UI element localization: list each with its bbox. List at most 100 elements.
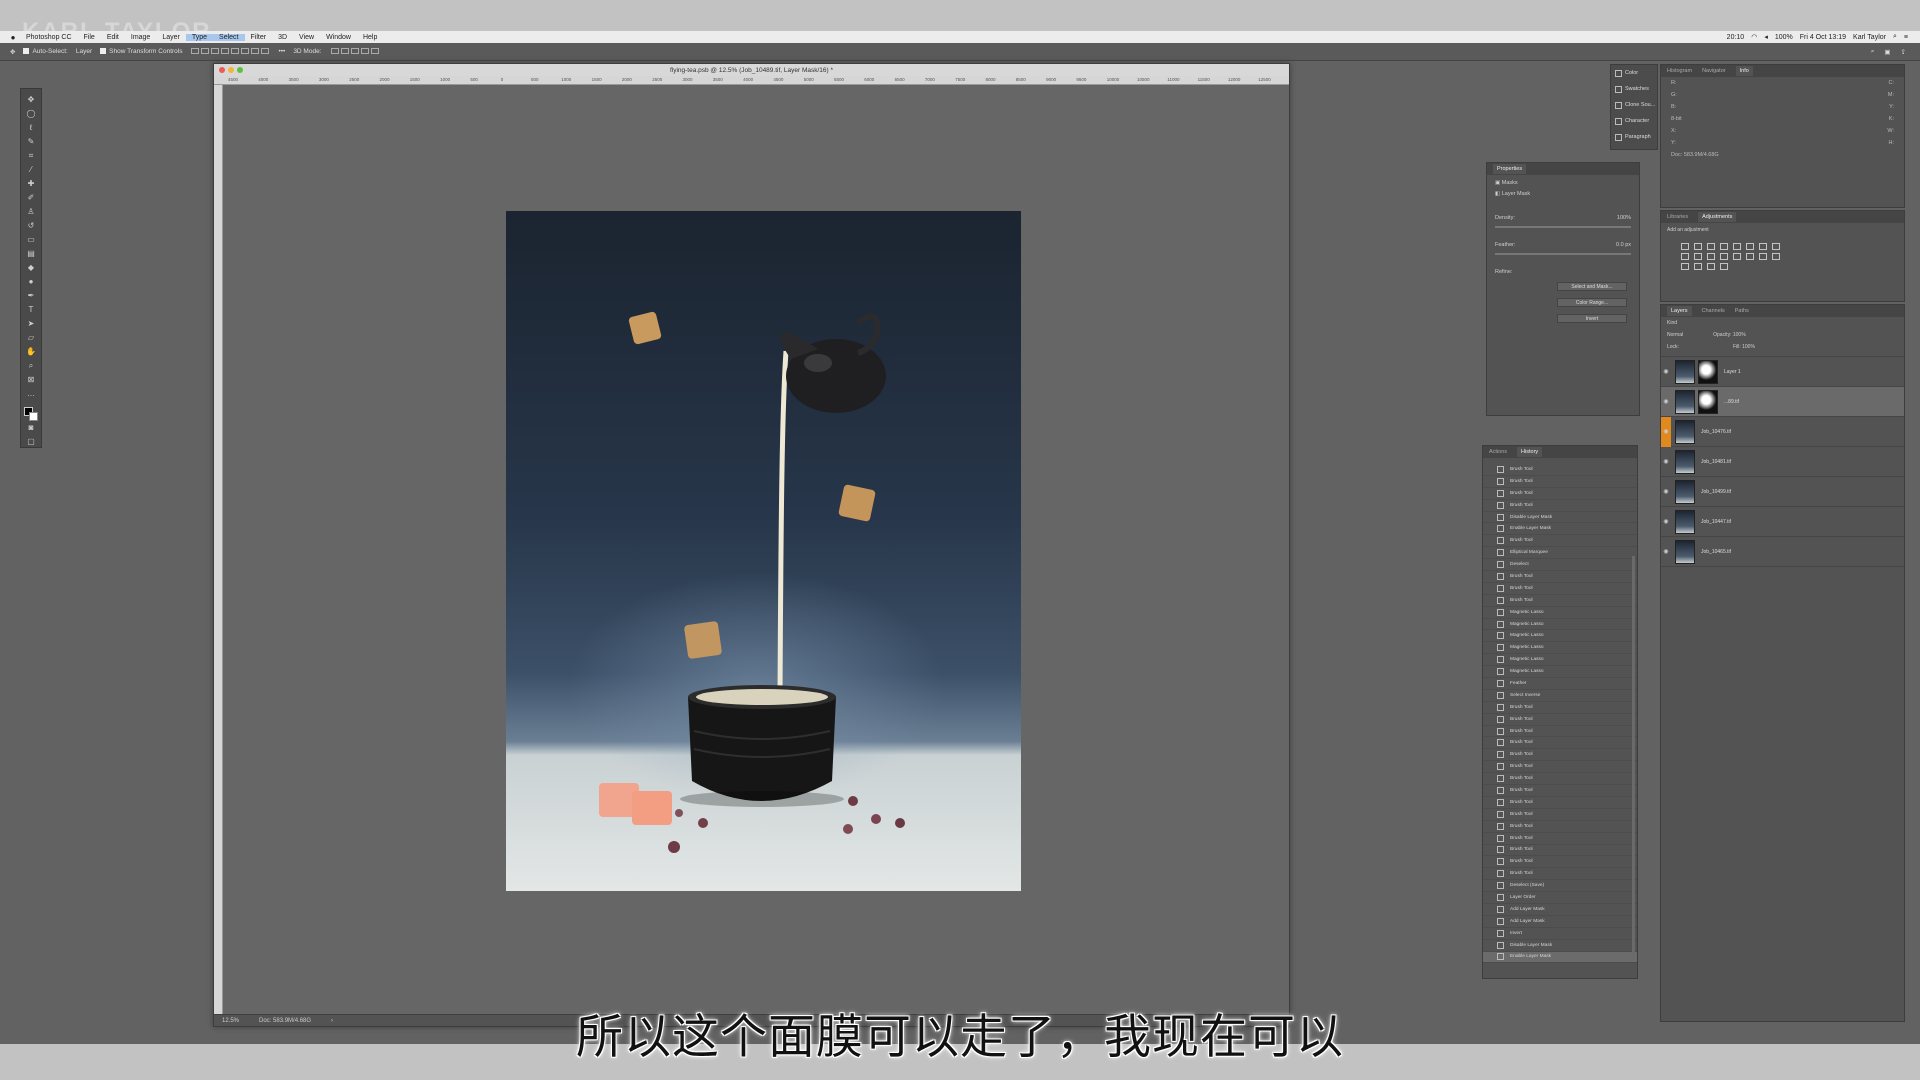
mask-icon[interactable]: ▣ <box>1495 180 1500 186</box>
history-item[interactable]: Brush Tool <box>1483 595 1637 607</box>
menu-list-icon[interactable]: ≡ <box>1904 34 1908 41</box>
menu-image[interactable]: Image <box>125 34 156 41</box>
history-item[interactable]: Brush Tool <box>1483 476 1637 488</box>
eye-icon[interactable]: ◉ <box>1661 518 1671 525</box>
tab-paths[interactable]: Paths <box>1735 308 1749 314</box>
search-icon[interactable]: ⌕ <box>1871 48 1875 56</box>
tab-histogram[interactable]: Histogram <box>1667 68 1692 74</box>
tab-libraries[interactable]: Libraries <box>1667 214 1688 220</box>
eye-icon[interactable]: ◉ <box>1661 368 1671 375</box>
eye-icon[interactable]: ◉ <box>1661 548 1671 555</box>
tab-actions[interactable]: Actions <box>1489 449 1507 455</box>
density-slider[interactable] <box>1495 226 1631 228</box>
layer-name[interactable]: Job_10447.tif <box>1701 519 1731 525</box>
adjustment-icon[interactable] <box>1694 253 1702 260</box>
shape-tool-icon[interactable]: ▱ <box>25 333 37 343</box>
eyedropper-tool-icon[interactable]: ⁄ <box>25 165 37 175</box>
photo-canvas[interactable] <box>506 211 1021 891</box>
adjustment-icon[interactable] <box>1720 243 1728 250</box>
adjustment-icon[interactable] <box>1707 253 1715 260</box>
history-item[interactable]: Brush Tool <box>1483 535 1637 548</box>
history-item[interactable]: Brush Tool <box>1483 488 1637 500</box>
history-item[interactable]: Brush Tool <box>1483 868 1637 881</box>
layer-name[interactable]: Job_10481.tif <box>1701 459 1731 465</box>
move-tool-icon[interactable]: ✥ <box>10 48 15 56</box>
dock-paragraph[interactable]: Paragraph <box>1611 129 1657 145</box>
layer-row[interactable]: ◉ Job_10481.tif <box>1661 447 1904 477</box>
invert-button[interactable]: Invert <box>1557 314 1627 323</box>
quick-select-tool-icon[interactable]: ✎ <box>25 137 37 147</box>
layer-thumbnail[interactable] <box>1675 449 1695 474</box>
adjustment-icon[interactable] <box>1707 263 1715 270</box>
horizontal-ruler[interactable]: 4500 4000 3500 3000 2500 2000 1500 1000 500 0 500 1… <box>214 76 1289 85</box>
layer-thumbnail[interactable] <box>1675 359 1695 384</box>
layer-thumbnail[interactable] <box>1675 389 1695 414</box>
adjustment-icon[interactable] <box>1707 243 1715 250</box>
layer-name[interactable]: Job_10465.tif <box>1701 549 1731 555</box>
clone-stamp-tool-icon[interactable]: ♙ <box>25 207 37 217</box>
history-item[interactable]: Magnetic Lasso <box>1483 654 1637 667</box>
volume-icon[interactable]: ◂ <box>1764 33 1768 41</box>
menu-file[interactable]: File <box>78 34 101 41</box>
history-brush-tool-icon[interactable]: ↺ <box>25 221 37 231</box>
tab-history[interactable]: History <box>1517 447 1543 457</box>
adjustment-icon[interactable] <box>1681 253 1689 260</box>
menu-layer[interactable]: Layer <box>156 34 186 41</box>
opacity-value[interactable]: 100% <box>1733 332 1746 338</box>
zoom-tool-icon[interactable]: ⌕ <box>25 361 37 371</box>
tab-adjustments[interactable]: Adjustments <box>1698 212 1737 222</box>
history-item[interactable]: Brush Tool <box>1483 785 1637 797</box>
type-tool-icon[interactable]: T <box>25 305 37 315</box>
layer-select-dropdown[interactable]: Layer <box>76 48 92 55</box>
dodge-tool-icon[interactable]: ● <box>25 277 37 287</box>
history-item[interactable]: Invert <box>1483 928 1637 940</box>
layer-row[interactable]: ◉ Job_10465.tif <box>1661 537 1904 567</box>
more-options-icon[interactable]: ••• <box>278 48 285 55</box>
layer-row[interactable]: ◉ Job_10476.tif <box>1661 416 1904 447</box>
history-item[interactable]: Disable Layer Mask <box>1483 512 1637 524</box>
adjustment-icon[interactable] <box>1759 243 1767 250</box>
history-item[interactable]: Brush Tool <box>1483 773 1637 786</box>
adjustment-icon[interactable] <box>1772 243 1780 250</box>
auto-select-checkbox[interactable]: Auto-Select: <box>23 48 68 55</box>
history-item[interactable]: Enable Layer Mask <box>1483 951 1637 964</box>
history-item[interactable]: Brush Tool <box>1483 500 1637 512</box>
history-item[interactable]: Magnetic Lasso <box>1483 630 1637 643</box>
wifi-icon[interactable]: ◠ <box>1751 33 1757 41</box>
history-item[interactable]: Magnetic Lasso <box>1483 607 1637 619</box>
color-range-button[interactable]: Color Range... <box>1557 298 1627 307</box>
history-item[interactable]: Brush Tool <box>1483 464 1637 476</box>
layer-mask-icon[interactable]: ◧ <box>1495 191 1500 197</box>
blur-tool-icon[interactable]: ◆ <box>25 263 37 273</box>
blend-mode-dropdown[interactable]: Normal <box>1667 332 1683 338</box>
history-item[interactable]: Brush Tool <box>1483 821 1637 833</box>
menu-help[interactable]: Help <box>357 34 383 41</box>
layer-mask-thumbnail[interactable] <box>1698 389 1718 414</box>
tab-properties[interactable]: Properties <box>1493 164 1527 174</box>
layer-thumbnail[interactable] <box>1675 479 1695 504</box>
kind-filter[interactable]: Kind <box>1667 320 1677 326</box>
eye-icon[interactable]: ◉ <box>1661 488 1671 495</box>
menu-select[interactable]: Select <box>213 33 245 41</box>
history-item[interactable]: Brush Tool <box>1483 749 1637 762</box>
canvas-area[interactable] <box>223 85 1289 1014</box>
history-item[interactable]: Brush Tool <box>1483 809 1637 821</box>
adjustment-icon[interactable] <box>1720 263 1728 270</box>
crop-tool-icon[interactable]: ⌗ <box>25 151 37 161</box>
fill-value[interactable]: 100% <box>1742 344 1755 350</box>
quick-mask-icon[interactable]: ◙ <box>25 423 37 433</box>
adjustment-icon[interactable] <box>1772 253 1780 260</box>
screen-mode-icon[interactable]: ▢ <box>25 437 37 447</box>
layer-row[interactable]: ◉ ...89.tif <box>1661 387 1904 417</box>
tab-info[interactable]: Info <box>1735 66 1753 76</box>
history-item[interactable]: Brush Tool <box>1483 726 1637 738</box>
layer-thumbnail[interactable] <box>1675 419 1695 444</box>
history-item[interactable]: Elliptical Marquee <box>1483 547 1637 560</box>
tab-channels[interactable]: Channels <box>1702 308 1725 314</box>
history-item[interactable]: Magnetic Lasso <box>1483 666 1637 679</box>
menu-photoshop[interactable]: Photoshop CC <box>20 34 78 41</box>
history-item[interactable]: Deselect <box>1483 559 1637 572</box>
adjustment-icon[interactable] <box>1733 253 1741 260</box>
show-transform-checkbox[interactable]: Show Transform Controls <box>100 48 182 55</box>
eraser-tool-icon[interactable]: ▭ <box>25 235 37 245</box>
